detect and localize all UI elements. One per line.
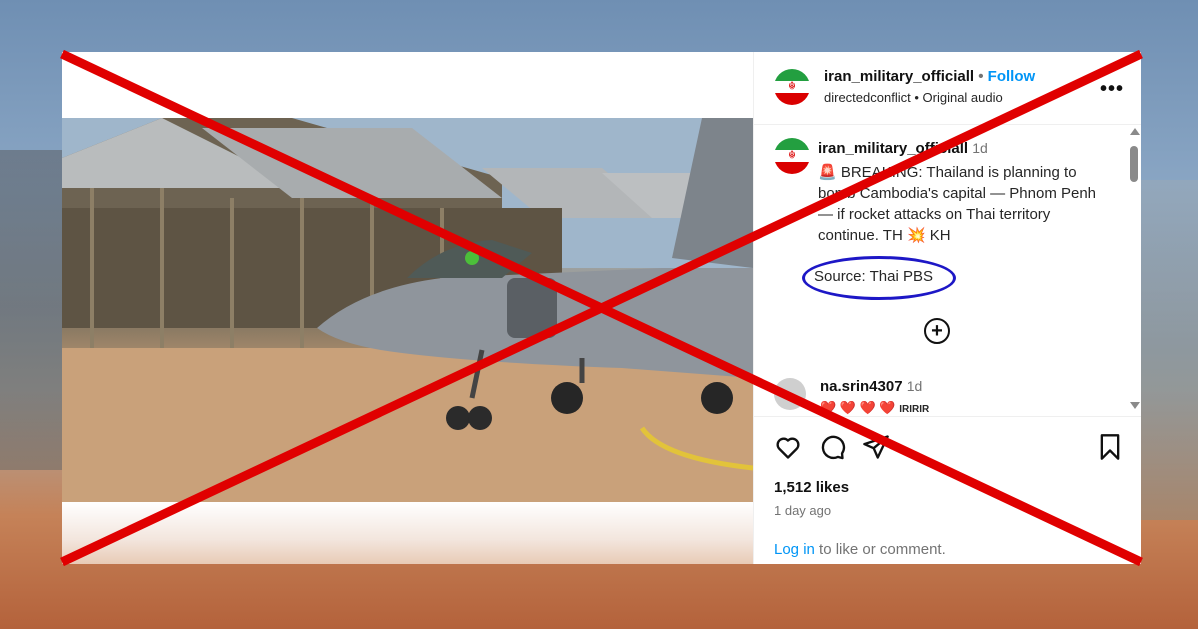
login-prompt: Log in to like or comment. — [774, 541, 946, 558]
comment-avatar[interactable] — [774, 378, 806, 410]
background-blur-left — [0, 150, 62, 470]
login-link[interactable]: Log in — [774, 541, 815, 558]
video-bottom-area — [62, 502, 753, 564]
heart-icon[interactable] — [774, 433, 802, 461]
fighter-jet-scene — [62, 118, 753, 502]
comments-scrollbar[interactable] — [1128, 126, 1140, 412]
scroll-down-arrow[interactable] — [1130, 402, 1140, 409]
iran-flag-avatar[interactable]: ☬ — [774, 69, 810, 105]
post-header: ☬ iran_military_officiall • Follow direc… — [754, 52, 1141, 125]
post-actions: 1,512 likes 1 day ago Log in to like or … — [754, 416, 1141, 564]
comment-text: ❤️ ❤️ ❤️ ❤️ IRIRIR — [820, 400, 930, 415]
post-video[interactable] — [62, 118, 753, 502]
post-username[interactable]: iran_military_officiall • Follow — [824, 68, 1035, 85]
caption-text: 🚨 BREAKING: Thailand is planning to bomb… — [818, 164, 1097, 244]
caption-avatar[interactable]: ☬ — [774, 138, 810, 174]
likes-count[interactable]: 1,512 likes — [774, 479, 849, 496]
share-icon[interactable] — [862, 433, 890, 461]
follow-button[interactable]: Follow — [988, 68, 1036, 85]
add-comment-icon[interactable]: + — [924, 318, 950, 344]
post-sidebar: ☬ iran_military_officiall • Follow direc… — [753, 52, 1141, 564]
comment-username[interactable]: na.srin4307 1d — [820, 378, 922, 395]
caption-time: 1d — [972, 140, 988, 156]
audio-info[interactable]: directedconflict • Original audio — [824, 90, 1003, 105]
background-blur-right — [1141, 180, 1198, 520]
post-date: 1 day ago — [774, 503, 832, 518]
scroll-thumb[interactable] — [1130, 146, 1138, 182]
bookmark-icon[interactable] — [1096, 433, 1124, 461]
comment-item: na.srin4307 1d ❤️ ❤️ ❤️ ❤️ IRIRIR — [774, 374, 1124, 416]
comment-icon[interactable] — [818, 433, 846, 461]
caption-username[interactable]: iran_military_officiall 1d — [818, 140, 988, 157]
source-text: Source: Thai PBS — [814, 268, 933, 285]
instagram-post-panel: ☬ iran_military_officiall • Follow direc… — [62, 52, 1141, 564]
more-icon[interactable]: ••• — [1100, 78, 1124, 101]
scroll-up-arrow[interactable] — [1130, 128, 1140, 135]
